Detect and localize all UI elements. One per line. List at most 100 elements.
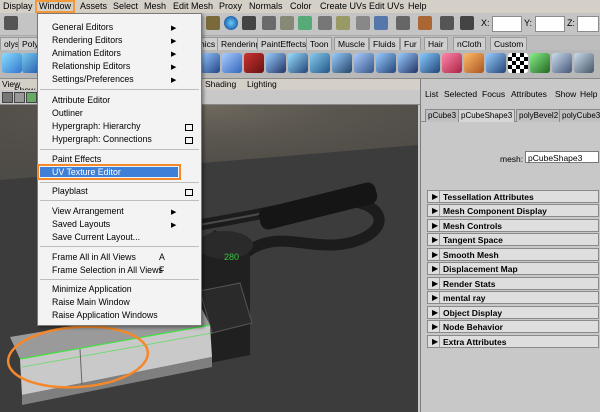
snap-surface-icon[interactable] — [336, 16, 350, 30]
menu-assets[interactable]: Assets — [80, 1, 107, 11]
menu-item-settings-preferences[interactable]: Settings/Preferences — [52, 74, 134, 84]
render-settings-icon[interactable] — [242, 16, 256, 30]
poly-planar-map-icon[interactable] — [464, 53, 484, 73]
section-tangent-space[interactable]: ▶ Tangent Space — [427, 233, 599, 246]
input-line-icon[interactable] — [460, 16, 474, 30]
poly-extrude-icon[interactable] — [288, 53, 308, 73]
select-object-icon[interactable] — [262, 16, 276, 30]
new-scene-icon[interactable] — [4, 16, 18, 30]
menu-display[interactable]: Display — [3, 1, 33, 11]
z-field[interactable] — [577, 16, 599, 32]
menu-item-playblast[interactable]: Playblast — [52, 186, 88, 196]
menu-color[interactable]: Color — [290, 1, 312, 11]
section-displacement-map[interactable]: ▶ Displacement Map — [427, 262, 599, 275]
menu-edit-mesh[interactable]: Edit Mesh — [173, 1, 213, 11]
poly-layout-icon[interactable] — [574, 53, 594, 73]
poly-append-icon[interactable] — [332, 53, 352, 73]
menu-create-uvs[interactable]: Create UVs — [320, 1, 367, 11]
poly-combine-icon[interactable] — [244, 53, 264, 73]
tab-toon[interactable]: Toon — [306, 37, 333, 51]
menu-item-hypergraph-hierarchy[interactable]: Hypergraph: Hierarchy — [52, 121, 141, 131]
menu-item-minimize-application[interactable]: Minimize Application — [52, 284, 132, 294]
menu-item-general-editors[interactable]: General Editors — [52, 22, 113, 32]
menu-item-outliner[interactable]: Outliner — [52, 108, 83, 118]
snap-curve-icon[interactable] — [298, 16, 312, 30]
tab-fur[interactable]: Fur — [400, 37, 421, 51]
snap-point-icon[interactable] — [318, 16, 332, 30]
poly-uv-icon[interactable] — [442, 53, 462, 73]
menu-item-view-arrangement[interactable]: View Arrangement — [52, 206, 124, 216]
menu-item-hypergraph-connections[interactable]: Hypergraph: Connections — [52, 134, 152, 144]
poly-unfold-icon[interactable] — [552, 53, 572, 73]
ae-tab-polybevel2[interactable]: polyBevel2 — [516, 109, 562, 122]
ae-menu-list[interactable]: List — [425, 89, 438, 99]
render-view-icon[interactable] — [396, 16, 410, 30]
mesh-name-field[interactable]: pCubeShape3 — [525, 151, 599, 163]
menu-item-attribute-editor[interactable]: Attribute Editor — [52, 95, 110, 105]
checker-map-icon[interactable] — [508, 53, 528, 73]
menu-item-saved-layouts[interactable]: Saved Layouts — [52, 219, 110, 229]
section-tessellation-attributes[interactable]: ▶ Tessellation Attributes — [427, 190, 599, 203]
menu-item-raise-application-windows[interactable]: Raise Application Windows — [52, 310, 158, 320]
menu-mesh[interactable]: Mesh — [144, 1, 166, 11]
panel-menu-shading[interactable]: Shading — [205, 79, 236, 89]
ae-tab-pcubeshape3[interactable]: pCubeShape3 — [458, 109, 516, 122]
render-current-icon[interactable] — [440, 16, 454, 30]
menu-item-animation-editors[interactable]: Animation Editors — [52, 48, 121, 58]
tab-ncloth[interactable]: nCloth — [453, 37, 486, 51]
menu-item-uv-texture-editor[interactable]: UV Texture Editor — [52, 167, 121, 177]
tab-hair[interactable]: Hair — [424, 37, 448, 51]
menu-edit-uvs[interactable]: Edit UVs — [369, 1, 404, 11]
poly-cube-icon[interactable] — [200, 53, 220, 73]
tab-muscle[interactable]: Muscle — [334, 37, 369, 51]
section-mesh-controls[interactable]: ▶ Mesh Controls — [427, 219, 599, 232]
poly-tool-icon[interactable] — [2, 53, 22, 73]
snap-grid-icon[interactable] — [280, 16, 294, 30]
ae-tab-pcube3[interactable]: pCube3 — [425, 109, 460, 122]
section-render-stats[interactable]: ▶ Render Stats — [427, 277, 599, 290]
hypershade-icon[interactable] — [418, 16, 432, 30]
menu-proxy[interactable]: Proxy — [219, 1, 242, 11]
history-icon[interactable] — [356, 16, 370, 30]
render-icon[interactable] — [206, 16, 220, 30]
section-smooth-mesh[interactable]: ▶ Smooth Mesh — [427, 248, 599, 261]
menu-item-relationship-editors[interactable]: Relationship Editors — [52, 61, 130, 71]
ipr-render-icon[interactable] — [224, 16, 238, 30]
x-field[interactable] — [492, 16, 522, 32]
menu-item-frame-all[interactable]: Frame All in All Views — [52, 252, 136, 262]
ae-tab-polycube3[interactable]: polyCube3 — [559, 109, 600, 122]
menu-item-save-current-layout[interactable]: Save Current Layout... — [52, 232, 140, 242]
camera-select-icon[interactable] — [14, 92, 25, 103]
ae-menu-show[interactable]: Show — [555, 89, 576, 99]
tab-fluids[interactable]: Fluids — [369, 37, 400, 51]
poly-bevel-icon[interactable] — [376, 53, 396, 73]
ae-menu-help[interactable]: Help — [580, 89, 597, 99]
section-node-behavior[interactable]: ▶ Node Behavior — [427, 320, 599, 333]
option-box-icon[interactable] — [185, 124, 193, 131]
poly-automatic-map-icon[interactable] — [530, 53, 550, 73]
poly-split-icon[interactable] — [354, 53, 374, 73]
ae-menu-selected[interactable]: Selected — [444, 89, 477, 99]
camera-attributes-icon[interactable] — [2, 92, 13, 103]
poly-cylindrical-map-icon[interactable] — [486, 53, 506, 73]
section-object-display[interactable]: ▶ Object Display — [427, 306, 599, 319]
y-field[interactable] — [535, 16, 565, 32]
panel-menu-lighting[interactable]: Lighting — [247, 79, 277, 89]
poly-cylinder-icon[interactable] — [222, 53, 242, 73]
section-mesh-component-display[interactable]: ▶ Mesh Component Display — [427, 204, 599, 217]
construction-history-icon[interactable] — [374, 16, 388, 30]
menu-item-frame-selection[interactable]: Frame Selection in All Views — [52, 265, 163, 275]
poly-separate-icon[interactable] — [266, 53, 286, 73]
option-box-icon[interactable] — [185, 137, 193, 144]
section-mental-ray[interactable]: ▶ mental ray — [427, 291, 599, 304]
poly-mirror-icon[interactable] — [420, 53, 440, 73]
tab-painteffects[interactable]: PaintEffects — [257, 37, 311, 51]
ae-menu-focus[interactable]: Focus — [482, 89, 505, 99]
ae-menu-attributes[interactable]: Attributes — [511, 89, 547, 99]
bookmark-icon[interactable] — [26, 92, 37, 103]
menu-normals[interactable]: Normals — [249, 1, 283, 11]
menu-item-paint-effects[interactable]: Paint Effects — [52, 154, 101, 164]
poly-bridge-icon[interactable] — [310, 53, 330, 73]
section-extra-attributes[interactable]: ▶ Extra Attributes — [427, 335, 599, 348]
tab-custom[interactable]: Custom — [490, 37, 528, 51]
